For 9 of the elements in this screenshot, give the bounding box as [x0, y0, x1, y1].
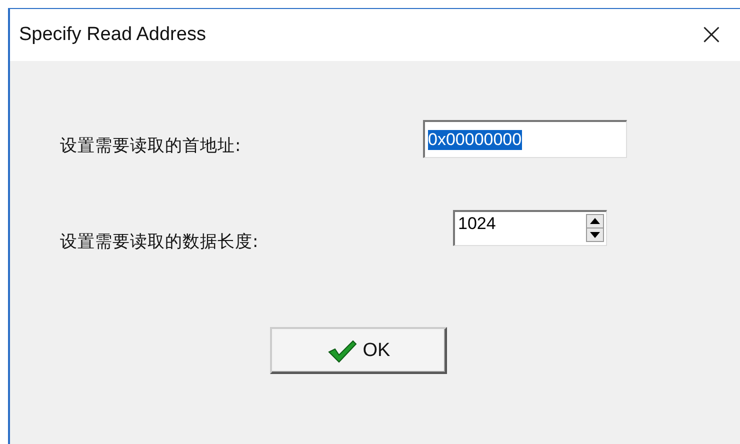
close-button[interactable]: ×	[692, 20, 730, 50]
length-spinbox[interactable]: 1024	[453, 210, 607, 246]
address-field[interactable]: 0x00000000	[423, 120, 627, 158]
field-label: 设置需要读取的首地址:	[60, 134, 242, 156]
field-label: 设置需要读取的数据长度:	[60, 230, 260, 252]
window-title: Specify Read Address	[19, 24, 206, 46]
ok-button[interactable]: OK	[270, 327, 447, 374]
spin-arrows-icon[interactable]	[586, 214, 604, 242]
checkmark-icon	[326, 338, 357, 362]
